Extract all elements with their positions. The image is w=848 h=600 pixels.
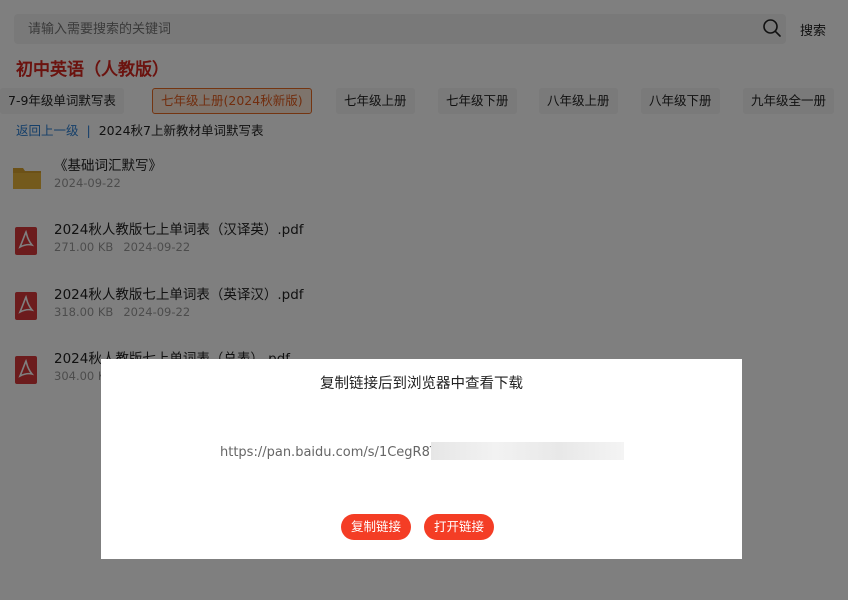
open-link-button[interactable]: 打开链接 [424,514,495,540]
copy-link-button[interactable]: 复制链接 [341,514,412,540]
share-link-text: https://pan.baidu.com/s/1CegR8T [220,445,438,460]
redacted-link-mask [431,442,624,460]
dialog-title: 复制链接后到浏览器中查看下载 [320,376,523,392]
download-link-dialog: 复制链接后到浏览器中查看下载 https://pan.baidu.com/s/1… [101,359,742,559]
